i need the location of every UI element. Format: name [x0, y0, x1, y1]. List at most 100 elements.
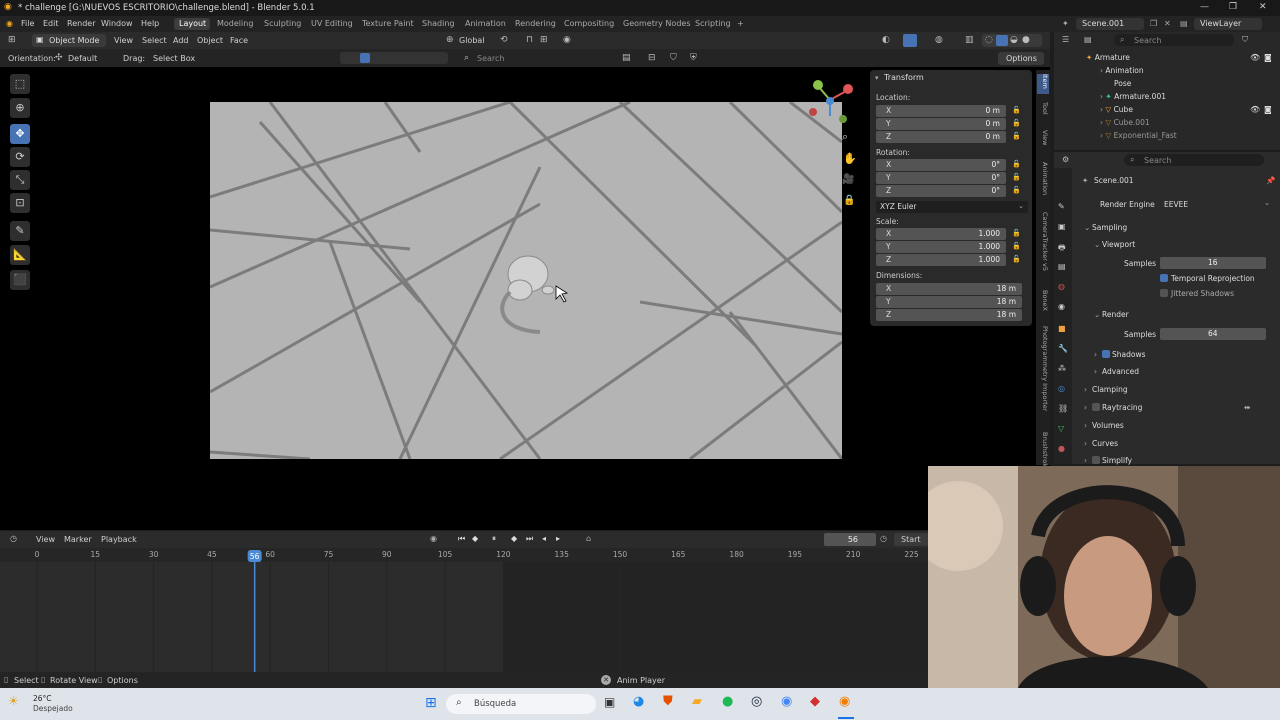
chevron-down-icon[interactable]: ⌄ [1084, 223, 1090, 232]
lock-icon[interactable]: 🔓 [1012, 255, 1021, 263]
steam-icon[interactable]: ◎ [751, 694, 762, 709]
material-shading-icon[interactable]: ◒ [1010, 35, 1018, 45]
temporal-reprojection-checkbox[interactable] [1160, 274, 1168, 282]
render-subsection[interactable]: Render [1102, 310, 1129, 319]
tab-geometry-nodes[interactable]: Geometry Nodes [623, 19, 690, 28]
sidebar-tab-tool[interactable]: Tool [1037, 102, 1049, 115]
sampling-section[interactable]: Sampling [1092, 223, 1127, 232]
scale-y-field[interactable]: Y 1.000 [876, 241, 1006, 253]
lock-icon[interactable]: 🔓 [1012, 119, 1021, 127]
measure-tool-icon[interactable]: 📐 [10, 245, 30, 265]
weather-temperature[interactable]: 26°C [33, 694, 52, 703]
rotation-y-field[interactable]: Y 0° [876, 172, 1006, 184]
menu-edit[interactable]: Edit [43, 19, 59, 28]
overlay-icon[interactable]: ◍ [935, 35, 943, 45]
view-layer-name[interactable]: ViewLayer [1200, 19, 1241, 28]
clamping-section[interactable]: Clamping [1092, 385, 1128, 394]
menu-help[interactable]: Help [141, 19, 159, 28]
viewport-subsection[interactable]: Viewport [1102, 240, 1135, 249]
tab-animation[interactable]: Animation [465, 19, 506, 28]
dimensions-x-field[interactable]: X 18 m [876, 283, 1022, 295]
orientation-dropdown[interactable]: Default [68, 54, 97, 63]
blender-taskbar-icon[interactable]: ◉ [839, 694, 850, 709]
menu-add[interactable]: Add [173, 36, 189, 45]
delete-scene-icon[interactable]: ✕ [1164, 19, 1171, 28]
sidebar-tab-cameratracker[interactable]: CameraTracker v5 [1037, 212, 1049, 271]
tab-texture-paint[interactable]: Texture Paint [362, 19, 414, 28]
data-props-icon[interactable]: ▽ [1058, 424, 1064, 433]
navigation-gizmo[interactable]: ⌕ ✋ 🎥 🔒 [804, 78, 856, 208]
outliner-item-pose[interactable]: Pose [1114, 79, 1131, 88]
render-samples-field[interactable]: 64 [1160, 328, 1266, 340]
rendered-shading-icon[interactable]: ● [1022, 35, 1030, 45]
outliner-item-animation[interactable]: › Animation [1100, 66, 1144, 75]
outliner-item-cube001[interactable]: › ▽ Cube.001 [1100, 118, 1150, 127]
rotation-z-field[interactable]: Z 0° [876, 185, 1006, 197]
chevron-right-icon[interactable]: › [1094, 367, 1097, 376]
tab-rendering[interactable]: Rendering [515, 19, 556, 28]
xray-icon[interactable]: ▥ [965, 35, 974, 45]
rotate-tool-icon[interactable]: ⟳ [10, 147, 30, 167]
chevron-right-icon[interactable]: › [1084, 403, 1087, 412]
eye-icon[interactable]: 👁 [1250, 105, 1260, 114]
add-cube-tool-icon[interactable]: ⬛ [10, 270, 30, 290]
sidebar-tab-item[interactable]: Item [1037, 74, 1049, 94]
location-x-field[interactable]: X0 m [876, 105, 1006, 117]
select-tool-icon[interactable]: ⬚ [10, 74, 30, 94]
spotify-icon[interactable]: ● [722, 694, 733, 709]
outliner-item-cube[interactable]: › ▽ Cube [1100, 105, 1133, 114]
gizmo-z-axis[interactable] [826, 97, 834, 105]
shadows-checkbox[interactable] [1102, 350, 1110, 358]
eye-icon[interactable]: 👁 [1250, 53, 1260, 62]
shadows-label[interactable]: Shadows [1112, 350, 1146, 359]
add-workspace-button[interactable]: + [737, 19, 744, 28]
weather-icon[interactable]: ☀ [8, 694, 19, 708]
gizmo-y-axis[interactable] [813, 80, 823, 90]
filter-icon[interactable]: ⛉ [1242, 35, 1248, 45]
options-dropdown[interactable]: Options [998, 52, 1044, 65]
tab-uv-editing[interactable]: UV Editing [311, 19, 353, 28]
rotation-mode-dropdown[interactable]: XYZ Euler ⌄ [876, 201, 1028, 213]
chevron-down-icon[interactable]: ⌄ [1094, 240, 1100, 249]
menu-object[interactable]: Object [197, 36, 223, 45]
dimensions-y-field[interactable]: Y 18 m [876, 296, 1022, 308]
camera-view-icon[interactable]: 🎥 [842, 172, 854, 185]
pivot-icon[interactable]: ⟲ [500, 35, 508, 45]
gizmo-x-axis[interactable] [843, 84, 853, 94]
outliner-item-armature[interactable]: ✦ Armature [1086, 53, 1130, 62]
simplify-section[interactable]: Simplify [1102, 456, 1132, 465]
solid-shading-icon[interactable] [996, 35, 1008, 46]
mode-dropdown[interactable]: ▣ Object Mode [32, 34, 106, 47]
outliner-editor-icon[interactable]: ☰ [1062, 35, 1069, 44]
gizmo-toggle[interactable] [903, 34, 917, 47]
chrome-icon[interactable]: ◉ [781, 694, 792, 709]
menu-render[interactable]: Render [67, 19, 95, 28]
lock-icon[interactable]: 🔓 [1012, 229, 1021, 237]
annotate-tool-icon[interactable]: ✎ [10, 221, 30, 241]
collapse-icon[interactable]: ▾ [875, 74, 879, 82]
sidebar-tab-bonex[interactable]: BoneX [1037, 290, 1049, 311]
gizmo-neg-y[interactable] [839, 115, 847, 123]
physics-props-icon[interactable]: ◎ [1058, 384, 1065, 393]
lock-icon[interactable]: 🔓 [1012, 173, 1021, 181]
tab-shading[interactable]: Shading [422, 19, 455, 28]
view-options-icon[interactable]: ▤ [622, 53, 631, 63]
tab-layout[interactable]: Layout [179, 19, 206, 28]
raytracing-checkbox[interactable] [1092, 403, 1100, 411]
scale-z-field[interactable]: Z 1.000 [876, 254, 1006, 266]
drag-dropdown[interactable]: Select Box [153, 54, 195, 63]
constraints-props-icon[interactable]: ⛓ [1058, 404, 1068, 413]
tool-props-icon[interactable]: ✎ [1058, 202, 1065, 211]
scene-props-icon[interactable]: ◍ [1058, 282, 1065, 291]
outliner-search-input[interactable]: ⌕ Search [1114, 34, 1234, 46]
cancel-task-icon[interactable]: ✕ [601, 675, 611, 685]
gizmo-neg-x[interactable] [809, 108, 817, 116]
outliner-item-armature001[interactable]: › ✦ Armature.001 [1100, 92, 1166, 101]
scale-x-field[interactable]: X 1.000 [876, 228, 1006, 240]
tab-modeling[interactable]: Modeling [217, 19, 253, 28]
menu-face[interactable]: Face [230, 36, 248, 45]
shield-icon[interactable]: ⛨ [690, 53, 697, 63]
tab-compositing[interactable]: Compositing [564, 19, 614, 28]
lock-icon[interactable]: 🔓 [1012, 132, 1021, 140]
cursor-tool-icon[interactable]: ⊕ [10, 98, 30, 118]
